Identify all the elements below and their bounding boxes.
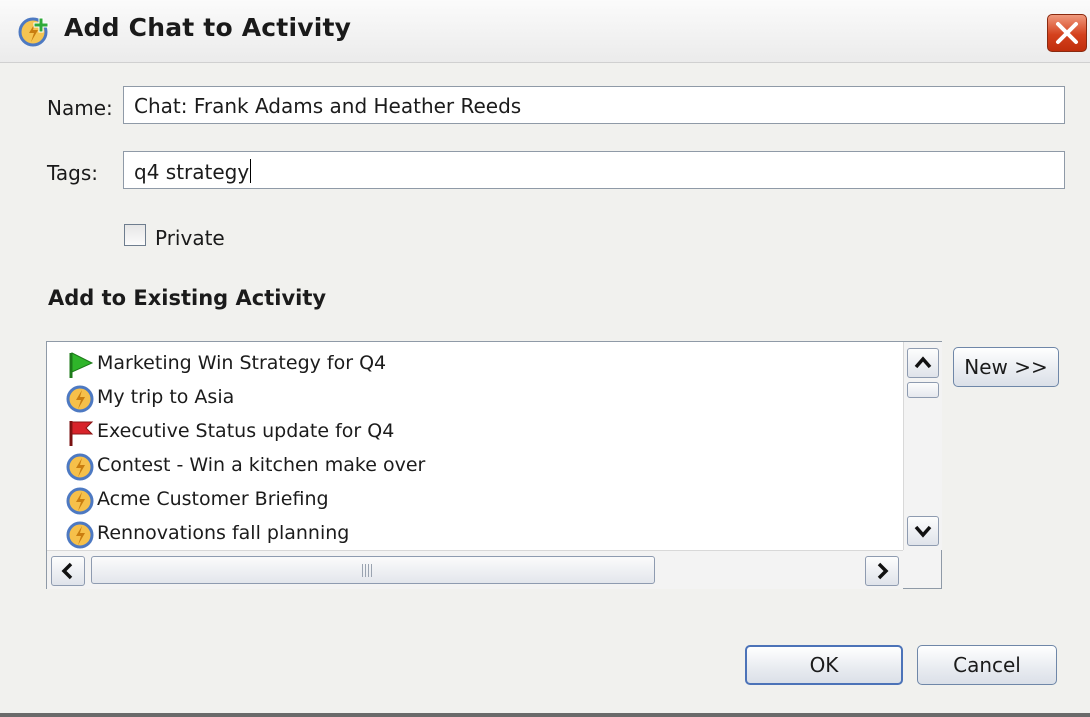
list-item-label: Executive Status update for Q4 [97, 420, 395, 442]
list-item-label: Contest - Win a kitchen make over [97, 454, 426, 476]
activity-add-icon [18, 17, 49, 47]
list-item-label: Marketing Win Strategy for Q4 [97, 352, 387, 374]
list-item-label: Rennovations fall planning [97, 522, 350, 544]
name-label: Name: [47, 96, 113, 120]
name-input[interactable]: Chat: Frank Adams and Heather Reeds [123, 86, 1065, 124]
close-icon [1056, 22, 1078, 44]
tags-label: Tags: [47, 161, 99, 185]
list-item[interactable]: Marketing Win Strategy for Q4 [47, 348, 897, 382]
chevron-down-icon [914, 525, 932, 538]
scroll-up-button[interactable] [907, 348, 939, 378]
list-item-label: My trip to Asia [97, 386, 235, 408]
dialog-title: Add Chat to Activity [64, 13, 352, 42]
text-cursor [250, 159, 252, 183]
scroll-grip-icon [362, 564, 374, 577]
ok-button[interactable]: OK [745, 645, 903, 685]
list-item-label: Acme Customer Briefing [97, 488, 329, 510]
scroll-down-button[interactable] [907, 516, 939, 546]
list-item[interactable]: My trip to Asia [47, 382, 897, 416]
horizontal-scrollbar[interactable] [47, 550, 903, 589]
activity-bolt-icon [66, 521, 94, 549]
close-button[interactable] [1047, 14, 1087, 52]
tags-input[interactable]: q4 strategy [123, 151, 1065, 189]
tags-value: q4 strategy [134, 160, 250, 184]
list-item[interactable]: Rennovations fall planning [47, 518, 897, 552]
new-activity-button[interactable]: New >> [953, 347, 1059, 387]
activity-bolt-icon [66, 453, 94, 481]
chevron-left-icon [61, 562, 73, 580]
green-flag-icon [69, 352, 94, 378]
activity-list-items: Marketing Win Strategy for Q4 My trip to… [47, 348, 897, 552]
activity-bolt-icon [66, 487, 94, 515]
chevron-right-icon [877, 562, 889, 580]
existing-activity-heading: Add to Existing Activity [48, 286, 327, 310]
chevron-up-icon [914, 356, 932, 369]
vertical-scrollbar[interactable] [903, 342, 942, 550]
activity-list[interactable]: Marketing Win Strategy for Q4 My trip to… [46, 341, 942, 589]
list-item[interactable]: Acme Customer Briefing [47, 484, 897, 518]
scroll-corner [903, 550, 941, 588]
title-bar: Add Chat to Activity [0, 0, 1090, 63]
scroll-left-button[interactable] [51, 556, 85, 586]
scroll-right-button[interactable] [865, 556, 899, 586]
vertical-scroll-thumb[interactable] [907, 382, 939, 398]
activity-bolt-icon [66, 385, 94, 413]
list-item[interactable]: Contest - Win a kitchen make over [47, 450, 897, 484]
name-value: Chat: Frank Adams and Heather Reeds [134, 94, 522, 118]
red-flag-icon [69, 421, 94, 446]
horizontal-scroll-thumb[interactable] [91, 556, 655, 584]
add-chat-dialog: Add Chat to Activity Name: Chat: Frank A… [0, 0, 1090, 717]
cancel-button[interactable]: Cancel [917, 645, 1057, 685]
private-checkbox[interactable] [124, 224, 146, 246]
private-label[interactable]: Private [155, 226, 225, 250]
list-item[interactable]: Executive Status update for Q4 [47, 416, 897, 450]
